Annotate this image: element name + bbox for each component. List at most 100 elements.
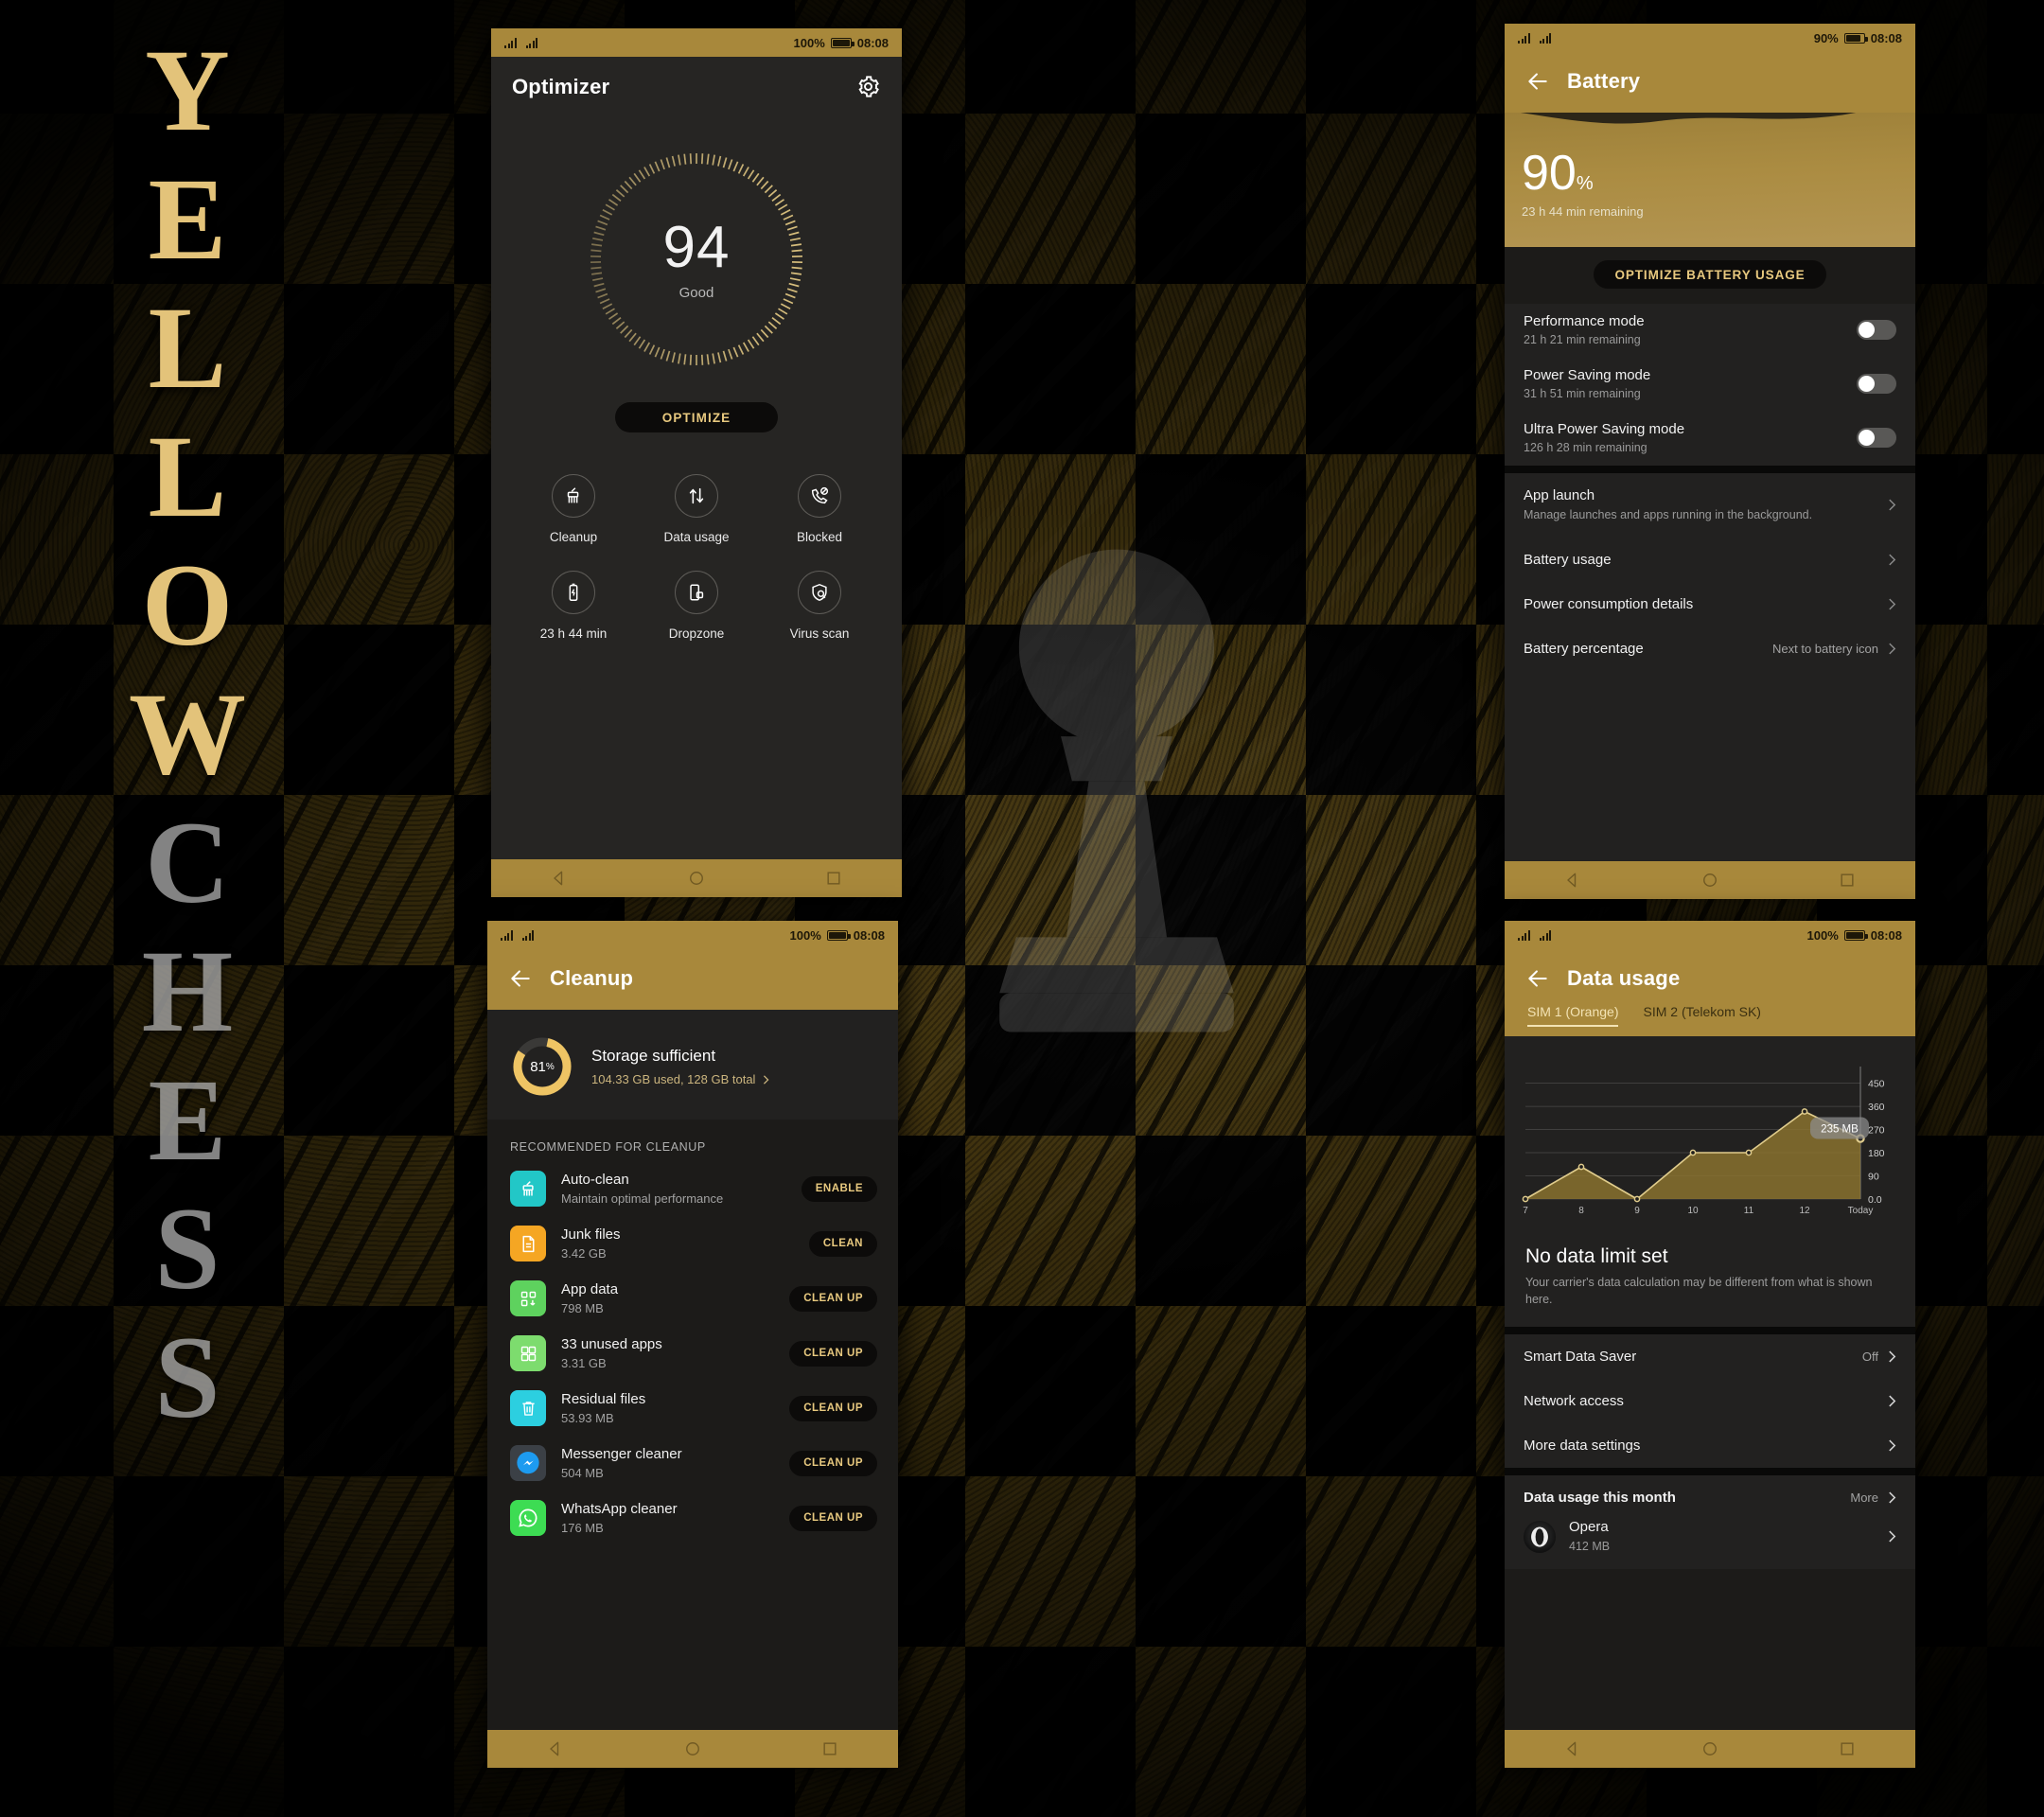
tile-virus-scan[interactable]: Virus scan <box>758 571 881 641</box>
svg-text:12: 12 <box>1799 1206 1810 1216</box>
ultra-power-saving-mode-toggle[interactable] <box>1857 428 1896 448</box>
app-usage-row-opera[interactable]: Opera 412 MB <box>1505 1513 1915 1569</box>
item-title: App launch <box>1524 487 1595 503</box>
signal-icon-sim1 <box>501 929 513 941</box>
tile-dropzone[interactable]: Dropzone <box>635 571 758 641</box>
phone-cleanup: 100% 08:08 Cleanup 81% Storage sufficien… <box>487 921 898 1768</box>
wordmark-letter: O <box>141 540 234 670</box>
battery-mode-row[interactable]: Performance mode 21 h 21 min remaining <box>1505 304 1915 358</box>
tab-sim1[interactable]: SIM 1 (Orange) <box>1527 1004 1619 1027</box>
item-title: Smart Data Saver <box>1524 1349 1637 1365</box>
back-arrow-icon[interactable] <box>1525 69 1550 94</box>
cleanup-row-auto-clean[interactable]: Auto-clean Maintain optimal performance … <box>487 1161 898 1216</box>
item-title: Battery percentage <box>1524 640 1644 657</box>
messenger-icon <box>510 1445 546 1481</box>
optimize-battery-usage-button[interactable]: OPTIMIZE BATTERY USAGE <box>1594 260 1826 289</box>
broom-icon <box>510 1171 546 1207</box>
battery-mode-row[interactable]: Ultra Power Saving mode 126 h 28 min rem… <box>1505 412 1915 466</box>
back-triangle-icon[interactable] <box>550 869 569 888</box>
back-triangle-icon[interactable] <box>546 1739 565 1758</box>
page-title: Data usage <box>1567 966 1681 990</box>
battery-content: 90% 23 h 44 min remaining OPTIMIZE BATTE… <box>1505 113 1915 861</box>
setting-network-access[interactable]: Network access <box>1505 1379 1915 1423</box>
svg-text:270: 270 <box>1868 1125 1885 1137</box>
section-divider <box>1505 1327 1915 1334</box>
svg-text:235 MB: 235 MB <box>1821 1124 1859 1136</box>
storage-summary[interactable]: 81% Storage sufficient 104.33 GB used, 1… <box>487 1010 898 1120</box>
cleanup-row-unused-apps[interactable]: 33 unused apps 3.31 GB CLEAN UP <box>487 1326 898 1381</box>
recents-square-icon[interactable] <box>1838 871 1857 890</box>
row-sub: 3.31 GB <box>561 1356 607 1370</box>
row-action-button[interactable]: CLEAN UP <box>789 1340 877 1367</box>
battery-mode-row[interactable]: Power Saving mode 31 h 51 min remaining <box>1505 358 1915 412</box>
optimize-button[interactable]: OPTIMIZE <box>615 402 778 432</box>
row-title: WhatsApp cleaner <box>561 1501 678 1517</box>
row-action-button[interactable]: CLEAN UP <box>789 1450 877 1476</box>
row-action-button[interactable]: CLEAN UP <box>789 1505 877 1531</box>
cleanup-row-whatsapp[interactable]: WhatsApp cleaner 176 MB CLEAN UP <box>487 1491 898 1545</box>
battery-icon <box>1843 929 1868 941</box>
cleanup-row-residual-files[interactable]: Residual files 53.93 MB CLEAN UP <box>487 1381 898 1436</box>
recents-square-icon[interactable] <box>824 869 843 888</box>
performance-mode-toggle[interactable] <box>1857 320 1896 340</box>
home-circle-icon[interactable] <box>1700 1739 1719 1758</box>
battery-item-battery-percentage[interactable]: Battery percentage Next to battery icon <box>1505 626 1915 671</box>
tile-blocked[interactable]: Blocked <box>758 474 881 544</box>
phone-optimizer: 100% 08:08 Optimizer 94 Good OPTIMIZE Cl… <box>491 28 902 897</box>
tab-sim2[interactable]: SIM 2 (Telekom SK) <box>1643 1004 1760 1027</box>
cleanup-row-junk-files[interactable]: Junk files 3.42 GB CLEAN <box>487 1216 898 1271</box>
cleanup-row-app-data[interactable]: App data 798 MB CLEAN UP <box>487 1271 898 1326</box>
back-triangle-icon[interactable] <box>1563 871 1582 890</box>
optimizer-content: 94 Good OPTIMIZE Cleanup Data usage Bloc… <box>491 118 902 859</box>
navbar-data-usage <box>1505 1730 1915 1768</box>
signal-icon-sim2 <box>1539 929 1551 941</box>
signal-icon-sim1 <box>504 37 517 48</box>
svg-text:0.0: 0.0 <box>1868 1194 1882 1206</box>
tile-label: Data usage <box>663 530 730 544</box>
setting-smart-data-saver[interactable]: Smart Data Saver Off <box>1505 1334 1915 1379</box>
data-usage-month-header[interactable]: Data usage this month More <box>1505 1475 1915 1513</box>
optimizer-score-dial: 94 Good <box>586 149 807 370</box>
sim-tabs: SIM 1 (Orange) SIM 2 (Telekom SK) <box>1505 1004 1915 1036</box>
tile-battery[interactable]: 23 h 44 min <box>512 571 635 641</box>
more-link[interactable]: More <box>1850 1491 1878 1505</box>
cleanup-row-messenger[interactable]: Messenger cleaner 504 MB CLEAN UP <box>487 1436 898 1491</box>
recents-square-icon[interactable] <box>1838 1739 1857 1758</box>
tile-data-usage[interactable]: Data usage <box>635 474 758 544</box>
chevron-right-icon <box>1889 643 1896 655</box>
tile-cleanup[interactable]: Cleanup <box>512 474 635 544</box>
optimizer-score-value: 94 <box>662 214 731 280</box>
trash-icon <box>510 1390 546 1426</box>
row-action-button[interactable]: ENABLE <box>801 1175 877 1202</box>
row-action-button[interactable]: CLEAN UP <box>789 1285 877 1312</box>
back-arrow-icon[interactable] <box>1525 966 1550 991</box>
app-data-icon <box>510 1280 546 1316</box>
storage-detail: 104.33 GB used, 128 GB total <box>591 1072 756 1086</box>
apps-grid-icon <box>510 1335 546 1371</box>
back-triangle-icon[interactable] <box>1563 1739 1582 1758</box>
recents-square-icon[interactable] <box>820 1739 839 1758</box>
back-arrow-icon[interactable] <box>508 966 533 991</box>
chevron-right-icon <box>764 1074 769 1085</box>
row-title: App data <box>561 1281 619 1297</box>
battery-item-battery-usage[interactable]: Battery usage <box>1505 537 1915 582</box>
setting-more-data-settings[interactable]: More data settings <box>1505 1423 1915 1468</box>
appbar-battery: Battery <box>1505 52 1915 113</box>
home-circle-icon[interactable] <box>1700 871 1719 890</box>
data-usage-content: 450 360 270 180 90 0.0 7 8 9 10 11 12 Today 235 MB N… <box>1505 1036 1915 1730</box>
data-usage-area-chart: 450 360 270 180 90 0.0 7 8 9 10 11 12 Today 235 MB <box>1522 1067 1885 1216</box>
wallpaper-wordmark: Y E L L O W C H E S S <box>121 26 254 1442</box>
battery-item-app-launch[interactable]: App launch Manage launches and apps runn… <box>1505 473 1915 538</box>
statusbar-clock: 08:08 <box>853 927 885 943</box>
no-limit-detail: Your carrier's data calculation may be d… <box>1525 1276 1873 1306</box>
statusbar-data-usage: 100% 08:08 <box>1505 921 1915 949</box>
home-circle-icon[interactable] <box>687 869 706 888</box>
battery-item-power-consumption[interactable]: Power consumption details <box>1505 581 1915 626</box>
tile-label: 23 h 44 min <box>539 626 608 641</box>
row-action-button[interactable]: CLEAN UP <box>789 1395 877 1421</box>
row-action-button[interactable]: CLEAN <box>808 1230 877 1257</box>
cleanup-section-header: RECOMMENDED FOR CLEANUP <box>487 1120 898 1161</box>
gear-icon[interactable] <box>855 74 881 99</box>
home-circle-icon[interactable] <box>683 1739 702 1758</box>
power-saving-mode-toggle[interactable] <box>1857 374 1896 394</box>
